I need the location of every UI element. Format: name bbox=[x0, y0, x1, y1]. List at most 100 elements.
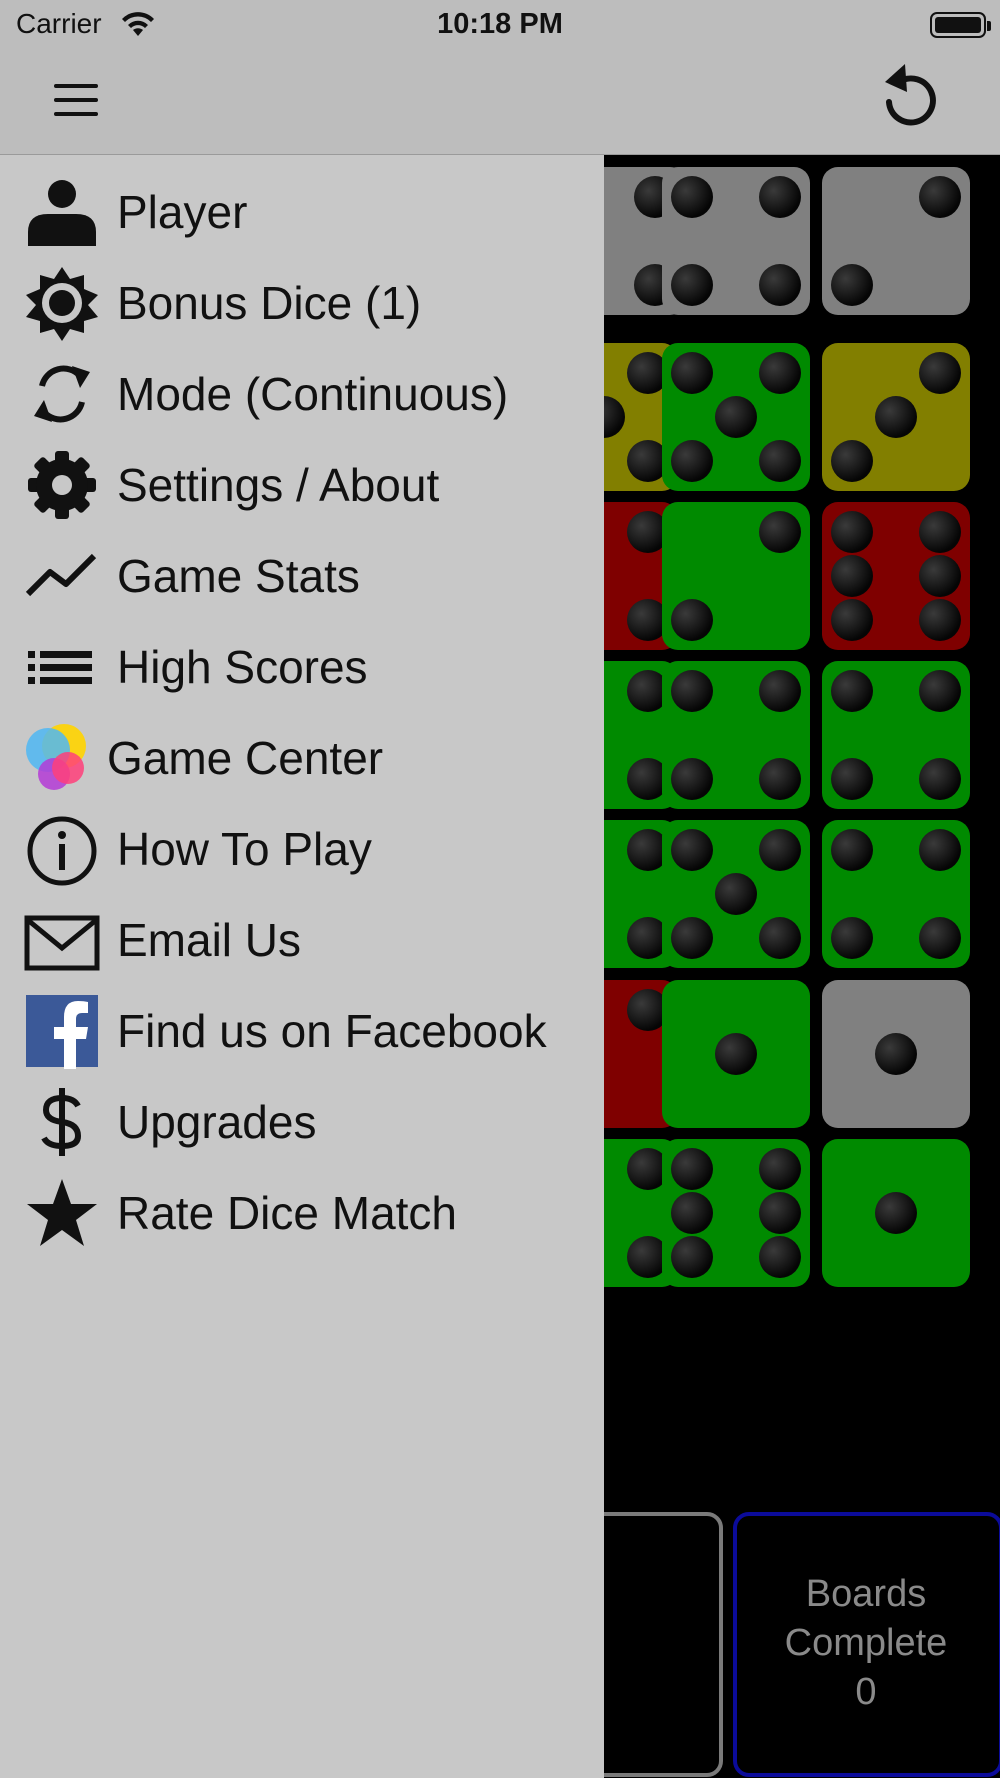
die-green-5[interactable] bbox=[662, 820, 810, 968]
die-pip bbox=[759, 1147, 802, 1190]
menu-item-label: Bonus Dice (1) bbox=[117, 277, 422, 329]
battery-icon bbox=[930, 12, 991, 38]
die-pip bbox=[830, 510, 873, 553]
die-pip bbox=[670, 828, 713, 871]
person-icon bbox=[28, 180, 96, 246]
die-pip bbox=[875, 1033, 917, 1075]
menu-item-facebook[interactable]: Find us on Facebook bbox=[0, 989, 604, 1069]
die-pip bbox=[670, 669, 713, 712]
star-icon bbox=[27, 1179, 97, 1246]
menu-item-label: Settings / About bbox=[117, 459, 440, 511]
die-pip bbox=[670, 1236, 713, 1279]
die-grey-2[interactable] bbox=[822, 167, 970, 315]
die-pip bbox=[830, 758, 873, 801]
die-pip bbox=[919, 175, 962, 218]
die-pip bbox=[919, 510, 962, 553]
menu-item-player[interactable]: Player bbox=[0, 170, 604, 250]
die-pip bbox=[759, 264, 802, 307]
boards-complete-label: Boards Complete 0 bbox=[733, 1570, 999, 1717]
die-pip bbox=[919, 555, 962, 597]
die-pip bbox=[919, 599, 962, 642]
menu-item-game-stats[interactable]: Game Stats bbox=[0, 534, 604, 614]
menu-item-rate[interactable]: Rate Dice Match bbox=[0, 1171, 604, 1251]
status-time: 10:18 PM bbox=[437, 8, 563, 40]
menu-item-label: Player bbox=[117, 186, 248, 238]
line-chart-icon bbox=[25, 553, 97, 597]
side-menu-drawer: Player Bonus Dice (1) Mode (Continuous) bbox=[0, 155, 604, 1778]
boards-complete-line2: Complete bbox=[784, 1622, 948, 1664]
die-pip bbox=[670, 440, 713, 483]
die-pip bbox=[670, 351, 713, 394]
die-pip bbox=[670, 264, 713, 307]
die-green-2[interactable] bbox=[662, 502, 810, 650]
game-center-icon bbox=[26, 724, 86, 790]
menu-hamburger-button[interactable] bbox=[54, 84, 98, 116]
menu-item-how-to-play[interactable]: How To Play bbox=[0, 807, 604, 887]
menu-item-mode[interactable]: Mode (Continuous) bbox=[0, 352, 604, 432]
menu-item-label: High Scores bbox=[117, 641, 368, 693]
die-pip bbox=[830, 264, 873, 307]
menu-item-label: Mode (Continuous) bbox=[117, 368, 509, 420]
die-pip bbox=[875, 396, 917, 438]
facebook-icon bbox=[26, 995, 98, 1069]
die-pip bbox=[670, 599, 713, 642]
die-green-1[interactable] bbox=[822, 1139, 970, 1287]
die-pip bbox=[715, 1033, 757, 1075]
die-red-6[interactable] bbox=[822, 502, 970, 650]
die-pip bbox=[919, 669, 962, 712]
die-pip bbox=[919, 351, 962, 394]
envelope-icon bbox=[24, 915, 100, 971]
die-pip bbox=[830, 917, 873, 960]
menu-item-bonus-dice[interactable]: Bonus Dice (1) bbox=[0, 261, 604, 341]
menu-item-label: Email Us bbox=[117, 914, 302, 966]
menu-item-email-us[interactable]: Email Us bbox=[0, 898, 604, 978]
die-pip bbox=[759, 917, 802, 960]
die-pip bbox=[670, 1147, 713, 1190]
die-pip bbox=[919, 758, 962, 801]
die-grey-1[interactable] bbox=[822, 980, 970, 1128]
die-pip bbox=[830, 828, 873, 871]
die-pip bbox=[759, 175, 802, 218]
menu-item-game-center[interactable]: Game Center bbox=[0, 716, 604, 796]
die-pip bbox=[759, 669, 802, 712]
dollar-icon bbox=[41, 1088, 82, 1156]
die-green-5[interactable] bbox=[662, 343, 810, 491]
die-pip bbox=[670, 175, 713, 218]
gear-icon bbox=[28, 451, 96, 519]
info-icon bbox=[27, 816, 97, 886]
die-pip bbox=[759, 758, 802, 801]
die-pip bbox=[830, 599, 873, 642]
die-pip bbox=[715, 873, 757, 915]
die-pip bbox=[759, 440, 802, 483]
die-pip bbox=[759, 1236, 802, 1279]
die-green-4[interactable] bbox=[662, 661, 810, 809]
die-pip bbox=[830, 669, 873, 712]
die-pip bbox=[759, 351, 802, 394]
die-green-6[interactable] bbox=[662, 1139, 810, 1287]
menu-item-label: Rate Dice Match bbox=[117, 1187, 458, 1239]
die-pip bbox=[759, 1192, 802, 1234]
menu-item-label: Game Center bbox=[107, 732, 384, 784]
die-pip bbox=[670, 758, 713, 801]
die-green-4[interactable] bbox=[822, 661, 970, 809]
boards-complete-count: 0 bbox=[855, 1671, 877, 1713]
die-pip bbox=[875, 1192, 917, 1234]
menu-item-label: Game Stats bbox=[117, 550, 360, 602]
die-green-1[interactable] bbox=[662, 980, 810, 1128]
menu-item-high-scores[interactable]: High Scores bbox=[0, 625, 604, 705]
menu-item-upgrades[interactable]: Upgrades bbox=[0, 1080, 604, 1160]
die-yellow-3[interactable] bbox=[822, 343, 970, 491]
status-bar: Carrier 10:18 PM bbox=[0, 0, 1000, 50]
die-pip bbox=[830, 440, 873, 483]
undo-icon[interactable] bbox=[875, 62, 941, 134]
die-pip bbox=[670, 917, 713, 960]
die-grey-4[interactable] bbox=[662, 167, 810, 315]
navigation-bar: Carrier 10:18 PM bbox=[0, 0, 1000, 155]
menu-item-settings[interactable]: Settings / About bbox=[0, 443, 604, 523]
menu-item-label: Upgrades bbox=[117, 1096, 317, 1148]
list-icon bbox=[28, 651, 92, 684]
cycle-arrows-icon bbox=[34, 365, 90, 423]
die-pip bbox=[919, 828, 962, 871]
menu-item-label: How To Play bbox=[117, 823, 372, 875]
die-green-4[interactable] bbox=[822, 820, 970, 968]
